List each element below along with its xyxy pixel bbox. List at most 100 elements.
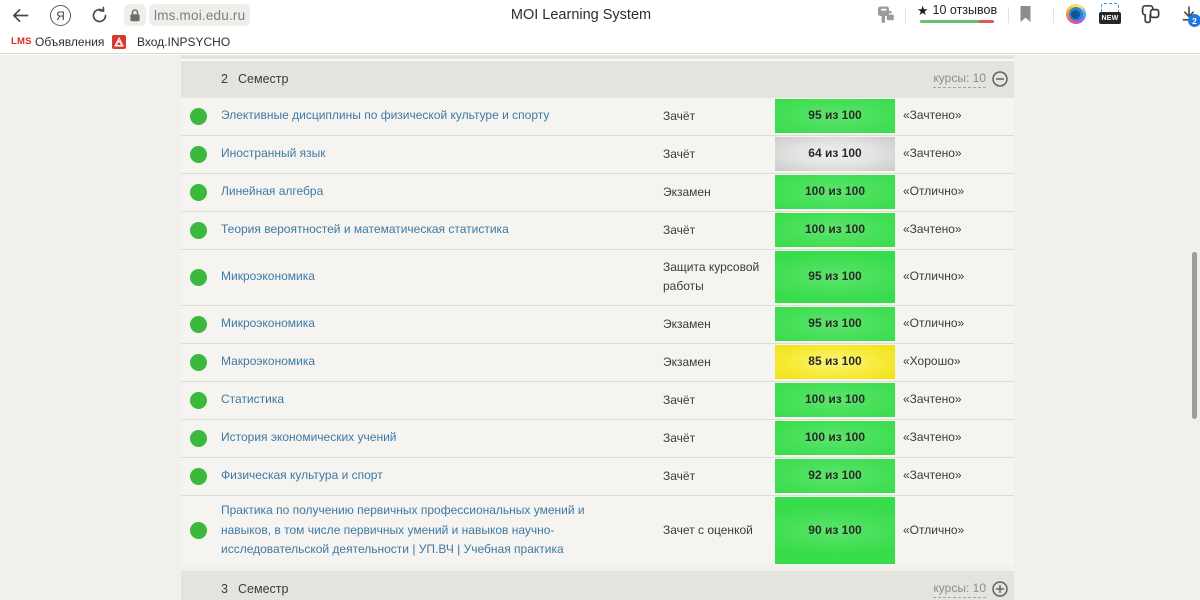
star-icon: ★ [916,2,929,18]
bookmark-item-vhod-inpsycho[interactable]: Вход.INPSYCHO [137,30,230,53]
toolbar-separator [1053,7,1054,23]
course-status-dot [190,107,207,125]
course-name-link[interactable]: Микроэкономика [221,250,651,305]
course-table: Элективные дисциплины по физической куль… [181,97,1014,566]
exam-type: Экзамен [663,184,711,199]
expand-icon[interactable] [992,581,1008,597]
course-status-cell [190,136,207,173]
address-bar[interactable]: lms.moi.edu.ru [149,4,251,26]
semester-label: Семестр [238,582,289,596]
score-badge: 95 из 100 [775,251,895,303]
course-row: Иностранный язык Зачёт 64 из 100 «Зачтен… [181,135,1014,174]
course-status-cell [190,174,207,211]
exam-type: Зачёт [663,468,696,483]
page-scrollbar-thumb[interactable] [1192,252,1197,419]
course-name-link[interactable]: Иностранный язык [221,136,651,173]
course-status-cell [190,212,207,249]
semester-number: 2 [221,72,228,86]
course-row: Линейная алгебра Экзамен 100 из 100 «Отл… [181,173,1014,212]
grade-text: «Отлично» [903,269,965,284]
semester-3-header[interactable]: 3 Семестр курсы: 10 [181,570,1014,600]
course-status-dot [190,268,207,286]
course-name-link[interactable]: Физическая культура и спорт [221,458,651,495]
courses-count-link[interactable]: курсы: 10 [933,71,986,88]
url-text: lms.moi.edu.ru [154,7,246,23]
site-reviews[interactable]: ★ 10 отзывов [917,3,997,23]
grade-text: «Хорошо» [903,354,961,369]
course-status-dot [190,429,207,447]
bookmark-page-button[interactable] [1018,5,1033,23]
course-status-dot [190,467,207,485]
course-name-link[interactable]: Микроэкономика [221,306,651,343]
course-status-cell [190,382,207,419]
score-badge: 92 из 100 [775,459,895,493]
course-status-dot [190,221,207,239]
courses-count-link[interactable]: курсы: 10 [933,581,986,598]
extension-collections-icon[interactable] [1140,4,1160,25]
grade-text: «Зачтено» [903,468,962,483]
password-manager-icon[interactable] [875,4,897,26]
grade-text: «Отлично» [903,184,965,199]
course-name-link[interactable]: Теория вероятностей и математическая ста… [221,212,651,249]
exam-type: Защита курсовой работы [663,260,760,293]
course-status-dot [190,315,207,333]
download-count-badge: 2 [1188,14,1200,27]
course-row: Элективные дисциплины по физической куль… [181,97,1014,136]
collapse-icon[interactable] [992,71,1008,87]
course-row: Микроэкономика Защита курсовой работы 95… [181,249,1014,306]
yandex-button[interactable]: Я [50,5,71,26]
course-status-cell [190,420,207,457]
grade-text: «Зачтено» [903,430,962,445]
course-status-dot [190,145,207,163]
grade-text: «Зачтено» [903,146,962,161]
refresh-button[interactable] [89,5,109,25]
score-badge: 85 из 100 [775,345,895,379]
exam-type: Экзамен [663,354,711,369]
extension-new-icon-frame [1101,3,1119,12]
course-status-cell [190,250,207,305]
browser-toolbar: Я lms.moi.edu.ru MOI Learning System ★ 1… [0,0,1200,30]
course-row: Теория вероятностей и математическая ста… [181,211,1014,250]
yandex-letter: Я [56,8,65,23]
course-name-link[interactable]: История экономических учений [221,420,651,457]
bookmark-inpsycho-favicon [112,30,126,53]
bookmark-item-announcements[interactable]: Объявления [35,30,104,53]
exam-type: Зачёт [663,430,696,445]
grade-text: «Отлично» [903,316,965,331]
extension-new-icon[interactable]: NEW [1099,3,1121,26]
extension-browser-icon-blob [1070,10,1080,19]
course-name-link[interactable]: Элективные дисциплины по физической куль… [221,98,651,135]
semester-2-header[interactable]: 2 Семестр курсы: 10 [181,60,1014,98]
course-status-dot [190,391,207,409]
course-row: Физическая культура и спорт Зачёт 92 из … [181,457,1014,496]
score-badge: 90 из 100 [775,497,895,564]
toolbar-separator [905,7,906,23]
score-badge: 95 из 100 [775,307,895,341]
course-name-link[interactable]: Макроэкономика [221,344,651,381]
exam-type: Зачёт [663,392,696,407]
score-badge: 95 из 100 [775,99,895,133]
grade-text: «Зачтено» [903,392,962,407]
grade-text: «Зачтено» [903,222,962,237]
browser-chrome: Я lms.moi.edu.ru MOI Learning System ★ 1… [0,0,1200,54]
exam-type: Зачёт [663,222,696,237]
back-button[interactable] [10,5,30,25]
course-status-cell [190,496,207,566]
site-security-chip[interactable] [124,4,146,26]
course-name-link[interactable]: Линейная алгебра [221,174,651,211]
score-badge: 100 из 100 [775,383,895,417]
course-row: Статистика Зачёт 100 из 100 «Зачтено» [181,381,1014,420]
course-row: Микроэкономика Экзамен 95 из 100 «Отличн… [181,305,1014,344]
course-name-link[interactable]: Статистика [221,382,651,419]
bookmark-lms-favicon: LMS [11,36,32,47]
rating-bar-positive [920,20,980,23]
semester-label: Семестр [238,72,289,86]
exam-type: Зачёт [663,146,696,161]
rating-bar [920,20,994,23]
extension-browser-icon[interactable] [1066,4,1086,24]
course-row: Макроэкономика Экзамен 85 из 100 «Хорошо… [181,343,1014,382]
extension-browser-icon-inner [1069,7,1083,21]
grade-text: «Отлично» [903,522,965,537]
course-name-link[interactable]: Практика по получению первичных професси… [221,496,651,566]
score-badge: 100 из 100 [775,175,895,209]
